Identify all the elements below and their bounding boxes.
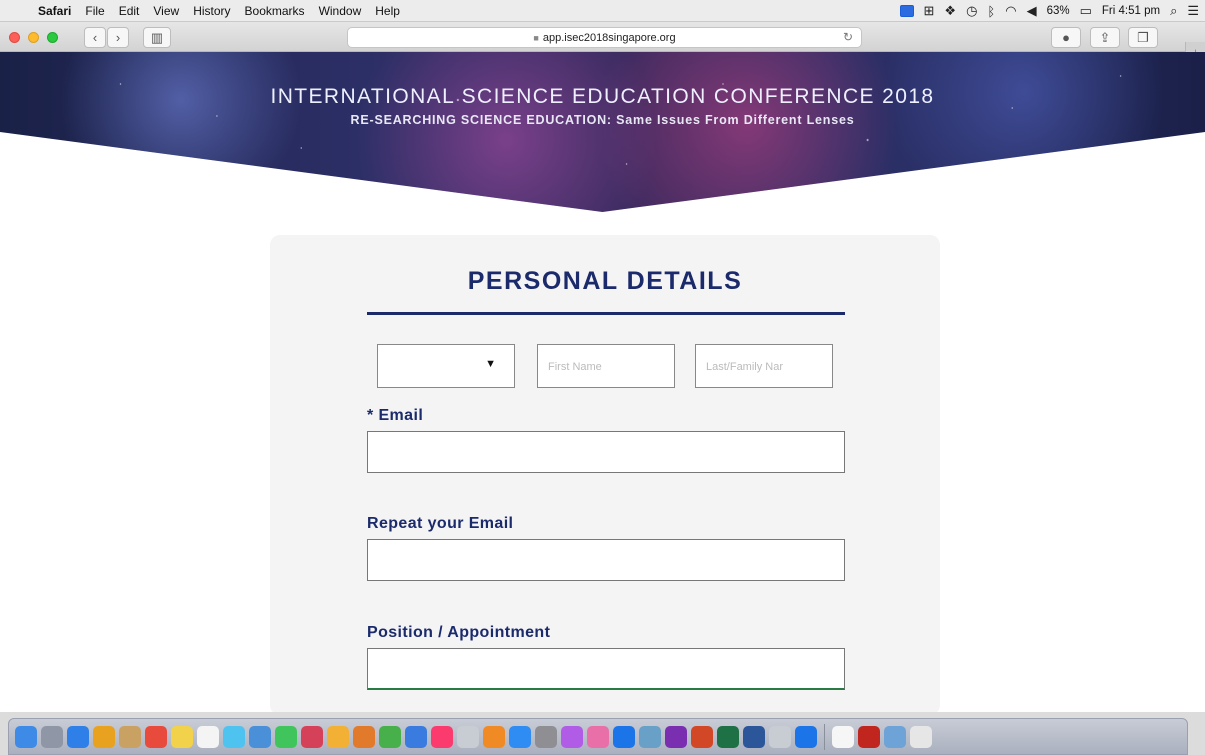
preview-icon[interactable] <box>249 725 271 748</box>
contacts-icon[interactable] <box>119 725 141 748</box>
battery-icon[interactable]: ▭ <box>1080 3 1092 19</box>
address-bar[interactable]: ■ app.isec2018singapore.org ↻ <box>347 27 862 48</box>
acrobat-icon[interactable] <box>858 725 880 748</box>
downloads-button[interactable]: ● <box>1051 27 1081 48</box>
battery-percent[interactable]: 63% <box>1047 5 1070 17</box>
wifi-icon[interactable]: ◠ <box>1005 3 1016 19</box>
finder-icon[interactable] <box>15 725 37 748</box>
volume-icon[interactable]: ◀ <box>1027 3 1037 19</box>
repeat-email-label: Repeat your Email <box>367 515 514 532</box>
teamviewer-icon-2[interactable] <box>795 725 817 748</box>
menu-window[interactable]: Window <box>319 4 362 18</box>
time-machine-icon[interactable]: ◷ <box>966 3 977 19</box>
dock-shelf <box>8 718 1188 755</box>
reload-icon[interactable]: ↻ <box>843 30 853 44</box>
personal-details-card: PERSONAL DETAILS ▼ First Name Last/Famil… <box>270 235 940 712</box>
trash-icon[interactable] <box>910 725 932 748</box>
dock-separator <box>824 723 825 750</box>
menu-help[interactable]: Help <box>375 4 400 18</box>
system-preferences-icon[interactable] <box>535 725 557 748</box>
onenote-icon[interactable] <box>665 725 687 748</box>
notes-icon[interactable] <box>171 725 193 748</box>
chrome-icon[interactable] <box>93 725 115 748</box>
starfield-background <box>0 52 1205 212</box>
url-text: app.isec2018singapore.org <box>542 31 676 44</box>
section-heading: PERSONAL DETAILS <box>467 267 743 295</box>
photo-booth-icon[interactable] <box>301 725 323 748</box>
menu-history[interactable]: History <box>193 4 230 18</box>
launchpad-icon[interactable] <box>41 725 63 748</box>
dropdown-arrow-icon: ▼ <box>485 358 496 370</box>
pages-icon[interactable] <box>353 725 375 748</box>
clock[interactable]: Fri 4:51 pm <box>1102 5 1160 17</box>
image-capture-icon[interactable] <box>639 725 661 748</box>
chevron-right-icon: › <box>115 30 121 45</box>
menu-safari[interactable]: Safari <box>38 4 71 18</box>
sidebar-button[interactable]: ▥ <box>143 27 171 48</box>
lock-icon: ■ <box>533 32 539 43</box>
salutation-select[interactable]: ▼ <box>377 344 515 388</box>
itunes-icon[interactable] <box>431 725 453 748</box>
menu-file[interactable]: File <box>85 4 104 18</box>
forward-button[interactable]: › <box>107 27 129 48</box>
grid-status-icon[interactable]: ⊞ <box>924 3 935 19</box>
email-label: * Email <box>367 407 424 424</box>
tabs-icon: ❐ <box>1137 29 1149 45</box>
chevron-left-icon: ‹ <box>92 30 98 45</box>
share-button[interactable]: ⇪ <box>1090 27 1120 48</box>
bluetooth-icon[interactable]: ᛒ <box>987 4 995 19</box>
ibooks-icon[interactable] <box>483 725 505 748</box>
messages-icon[interactable] <box>223 725 245 748</box>
keynote-icon[interactable] <box>405 725 427 748</box>
documents-icon[interactable] <box>832 725 854 748</box>
ms-app-icon[interactable] <box>587 725 609 748</box>
browser-toolbar: ‹ › ▥ ■ app.isec2018singapore.org ↻ ● ⇪ … <box>0 22 1205 64</box>
word-icon[interactable] <box>743 725 765 748</box>
sidebar-icon: ▥ <box>150 29 164 45</box>
calendar-icon[interactable] <box>145 725 167 748</box>
minimize-window-button[interactable] <box>28 32 39 43</box>
menu-bar: Safari File Edit View History Bookmarks … <box>0 0 1205 22</box>
position-field[interactable] <box>367 648 845 690</box>
heading-divider <box>367 312 845 315</box>
excel-icon[interactable] <box>717 725 739 748</box>
notification-center-icon[interactable]: ☰ <box>1187 3 1199 19</box>
facetime-icon[interactable] <box>275 725 297 748</box>
last-name-input[interactable]: Last/Family Nar <box>695 344 833 388</box>
teamviewer-icon[interactable] <box>613 725 635 748</box>
photos-icon[interactable] <box>327 725 349 748</box>
mail-stack-icon[interactable] <box>884 725 906 748</box>
menu-edit[interactable]: Edit <box>119 4 140 18</box>
download-icon: ● <box>1062 30 1070 45</box>
reminders-icon[interactable] <box>197 725 219 748</box>
dropbox-status-icon[interactable]: ❖ <box>944 3 956 19</box>
siri-icon[interactable] <box>561 725 583 748</box>
help-icon[interactable] <box>457 725 479 748</box>
tabs-button[interactable]: ❐ <box>1128 27 1158 48</box>
teamviewer-status-icon[interactable] <box>899 5 914 17</box>
conference-banner <box>0 52 1205 212</box>
close-window-button[interactable] <box>9 32 20 43</box>
menu-view[interactable]: View <box>153 4 179 18</box>
dock <box>0 712 1205 755</box>
first-name-input[interactable]: First Name <box>537 344 675 388</box>
position-label: Position / Appointment <box>367 624 551 641</box>
app-store-icon[interactable] <box>509 725 531 748</box>
email-field[interactable] <box>367 431 845 473</box>
menu-bookmarks[interactable]: Bookmarks <box>245 4 305 18</box>
zoom-window-button[interactable] <box>47 32 58 43</box>
back-button[interactable]: ‹ <box>84 27 106 48</box>
numbers-icon[interactable] <box>379 725 401 748</box>
web-page: INTERNATIONAL SCIENCE EDUCATION CONFEREN… <box>0 52 1205 712</box>
banner-title: INTERNATIONAL SCIENCE EDUCATION CONFEREN… <box>270 85 935 108</box>
share-icon: ⇪ <box>1099 29 1111 45</box>
safari-icon[interactable] <box>67 725 89 748</box>
menu-extras: ⊞ ❖ ◷ ᛒ ◠ ◀ 63% ▭ Fri 4:51 pm ⌕ ☰ <box>899 0 1199 22</box>
spotlight-icon[interactable]: ⌕ <box>1170 3 1177 19</box>
help-icon-2[interactable] <box>769 725 791 748</box>
banner-subtitle: RE-SEARCHING SCIENCE EDUCATION: Same Iss… <box>350 113 855 127</box>
powerpoint-icon[interactable] <box>691 725 713 748</box>
repeat-email-field[interactable] <box>367 539 845 581</box>
